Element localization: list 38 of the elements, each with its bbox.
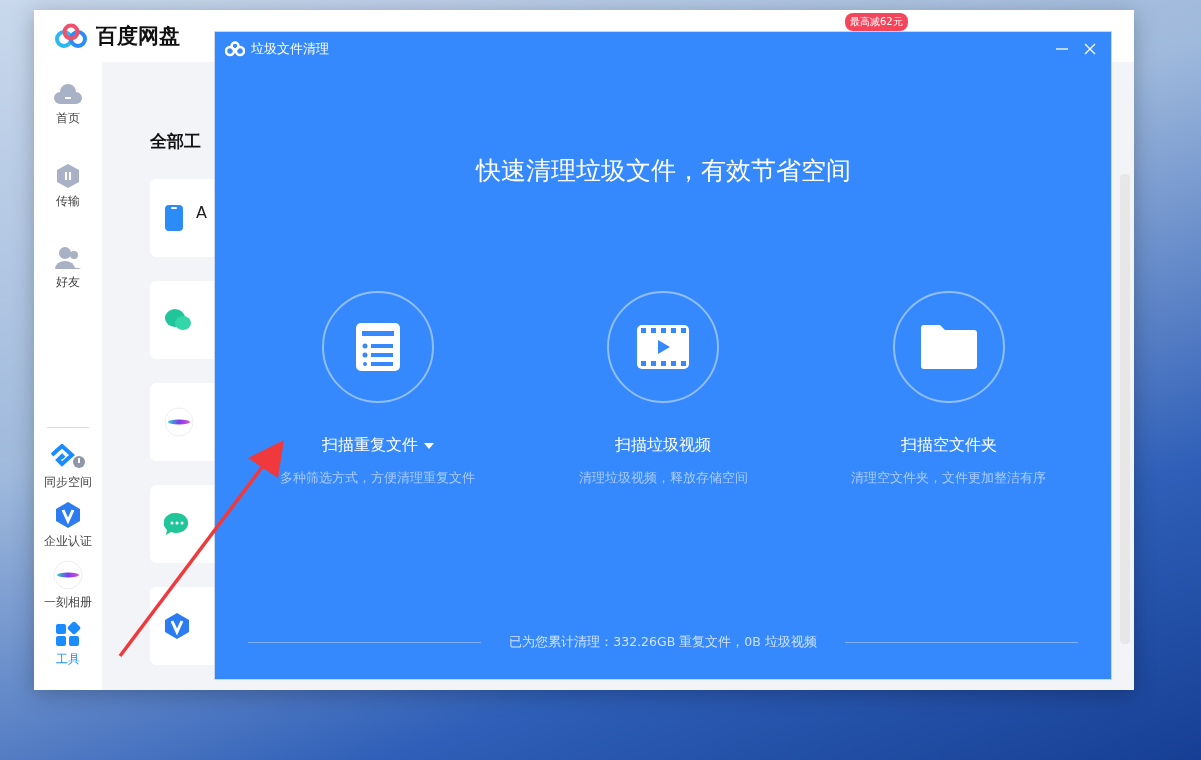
- promo-badge: 最高减62元: [845, 13, 908, 31]
- message-bubble-icon: [164, 512, 190, 536]
- verified-v-icon: [55, 501, 81, 529]
- folder-icon: [919, 324, 978, 370]
- cloud-logo-icon: [54, 23, 88, 49]
- sidebar-item[interactable]: 一刻相册: [44, 560, 92, 611]
- scan-option-description: 多种筛选方式，方便清理重复文件: [280, 470, 475, 487]
- scan-option-circle[interactable]: [321, 291, 434, 403]
- cleanup-summary: 已为您累计清理：332.26GB 重复文件，0B 垃圾视频: [509, 634, 817, 651]
- close-icon: [1083, 42, 1097, 56]
- sidebar-item[interactable]: 工具: [55, 621, 81, 668]
- sync-space-icon: [50, 444, 86, 470]
- verified-v-icon: [164, 612, 190, 640]
- phone-icon: [164, 204, 184, 232]
- sidebar-item[interactable]: 传输: [56, 163, 80, 210]
- album-logo-icon: [53, 560, 83, 590]
- album-logo-icon: [164, 407, 194, 437]
- cloud-icon: [54, 82, 82, 106]
- scan-option-circle[interactable]: [892, 291, 1005, 403]
- dialog-headline: 快速清理垃圾文件，有效节省空间: [475, 155, 851, 187]
- sidebar-item[interactable]: 首页: [54, 82, 82, 127]
- dialog-title: 垃圾文件清理: [251, 40, 330, 58]
- app-title: 百度网盘: [96, 23, 180, 50]
- section-heading: 全部工: [150, 130, 202, 153]
- tools-grid-icon: [55, 621, 81, 647]
- scan-option-circle[interactable]: [607, 291, 719, 403]
- sidebar-item[interactable]: 好友: [54, 246, 82, 291]
- scan-option-description: 清理空文件夹，文件更加整洁有序: [851, 470, 1046, 487]
- people-icon: [54, 246, 82, 270]
- caret-icon: [423, 442, 434, 449]
- sidebar-item[interactable]: 同步空间: [44, 444, 92, 491]
- list-document-icon: [354, 322, 401, 372]
- film-play-icon: [636, 324, 690, 370]
- chat-bubbles-icon: [164, 308, 192, 332]
- sidebar-item[interactable]: 企业认证: [44, 501, 92, 550]
- scan-option-description: 清理垃圾视频，释放存储空间: [578, 470, 748, 487]
- tool-title: A: [196, 203, 207, 222]
- cloud-logo-icon: [225, 41, 245, 57]
